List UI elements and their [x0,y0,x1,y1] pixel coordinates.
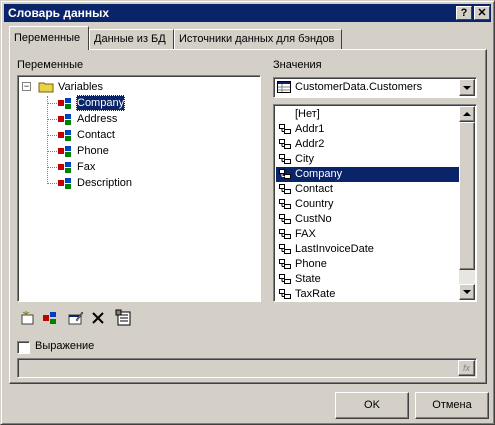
cancel-button[interactable]: Отмена [415,392,489,419]
expression-checkbox[interactable] [17,341,30,354]
delete-button[interactable] [89,309,107,327]
ok-button[interactable]: OK [335,392,409,419]
scroll-down-button[interactable] [459,284,475,300]
variable-icon [58,114,72,130]
tree-item-label: Contact [77,129,115,141]
list-item[interactable]: TaxRate [276,287,460,300]
list-item-label: CustNo [295,213,332,225]
chevron-up-icon [463,112,471,116]
tab-band-datasources[interactable]: Источники данных для бэндов [174,29,342,49]
help-button[interactable]: ? [456,6,472,20]
variable-icon [58,98,72,114]
list-item[interactable]: City [276,152,460,167]
tree-item-label: Fax [77,161,96,173]
tree-item-label: Address [77,113,118,125]
list-item-selected[interactable]: Company [276,167,460,182]
field-icon [279,289,291,300]
tree-item-label: Company [76,95,126,111]
list-item[interactable]: CustNo [276,212,460,227]
table-icon [277,81,291,96]
scroll-thumb[interactable] [459,122,475,270]
new-variable-icon [21,311,34,325]
scroll-up-button[interactable] [459,106,475,122]
list-item-label: Company [295,168,343,180]
collapse-icon[interactable]: − [22,82,31,91]
list-item[interactable]: Contact [276,182,460,197]
list-item-label: State [295,273,321,285]
values-heading: Значения [273,59,322,71]
tree-item-label: Description [77,177,133,189]
tree-guide-line [47,96,48,184]
tab-variables[interactable]: Переменные [9,26,89,50]
list-item[interactable]: Addr1 [276,122,460,137]
list-item[interactable]: State [276,272,460,287]
tab-db-data[interactable]: Данные из БД [89,29,174,49]
datasource-select[interactable]: CustomerData.Customers [273,77,477,98]
list-item-label: TaxRate [295,288,336,300]
expression-label[interactable]: Выражение [35,340,94,352]
list-item-label: Addr2 [295,138,325,150]
expression-input[interactable]: fx [17,358,477,378]
chevron-down-icon [463,290,471,294]
close-button[interactable]: ✕ [474,6,490,20]
list-item-label: FAX [295,228,316,240]
add-category-button[interactable] [41,309,59,327]
chevron-down-icon [463,86,471,90]
list-item[interactable]: Phone [276,257,460,272]
tree-root-label: Variables [58,81,104,93]
window-title: Словарь данных [8,6,110,20]
list-item-label: City [295,153,314,165]
edit-icon [68,311,84,325]
list-item-label: Addr1 [295,123,325,135]
datasource-value: CustomerData.Customers [295,81,423,93]
title-bar[interactable]: Словарь данных ? ✕ [4,4,491,22]
tab-label: Переменные [14,32,81,44]
list-item[interactable]: [Нет] [276,107,460,122]
properties-button[interactable] [115,309,133,327]
list-item-label: Contact [295,183,333,195]
field-list[interactable]: [Нет] Addr1 Addr2 City Company Contact C… [273,104,477,302]
variable-icon [58,162,72,178]
list-item[interactable]: Country [276,197,460,212]
data-dictionary-dialog: Словарь данных ? ✕ Переменные Данные из … [0,0,495,425]
tab-label: Данные из БД [94,33,166,45]
list-item[interactable]: FAX [276,227,460,242]
properties-icon [115,309,131,326]
vertical-scrollbar[interactable] [459,106,475,300]
tab-label: Источники данных для бэндов [179,33,335,45]
ok-button-label: OK [364,399,380,411]
variable-icon [58,146,72,162]
expression-label-text: Выражение [35,340,95,352]
delete-icon [92,312,104,324]
list-item-label: [Нет] [295,108,320,120]
variables-heading: Переменные [17,59,84,71]
fx-icon: fx [462,363,470,373]
folder-icon [38,81,54,93]
list-item-label: Country [295,198,334,210]
list-item-label: Phone [295,258,327,270]
expression-builder-button[interactable]: fx [458,360,475,376]
list-item-label: LastInvoiceDate [295,243,374,255]
add-category-icon [43,312,56,324]
new-variable-button[interactable] [19,309,37,327]
variable-icon [58,178,72,194]
edit-button[interactable] [67,309,85,327]
list-item[interactable]: Addr2 [276,137,460,152]
variables-tree[interactable]: − Variables Company Address Contact Phon… [17,75,261,302]
cancel-button-label: Отмена [432,399,472,411]
variable-icon [58,130,72,146]
dropdown-button[interactable] [459,79,475,96]
list-item[interactable]: LastInvoiceDate [276,242,460,257]
tree-item-label: Phone [77,145,109,157]
